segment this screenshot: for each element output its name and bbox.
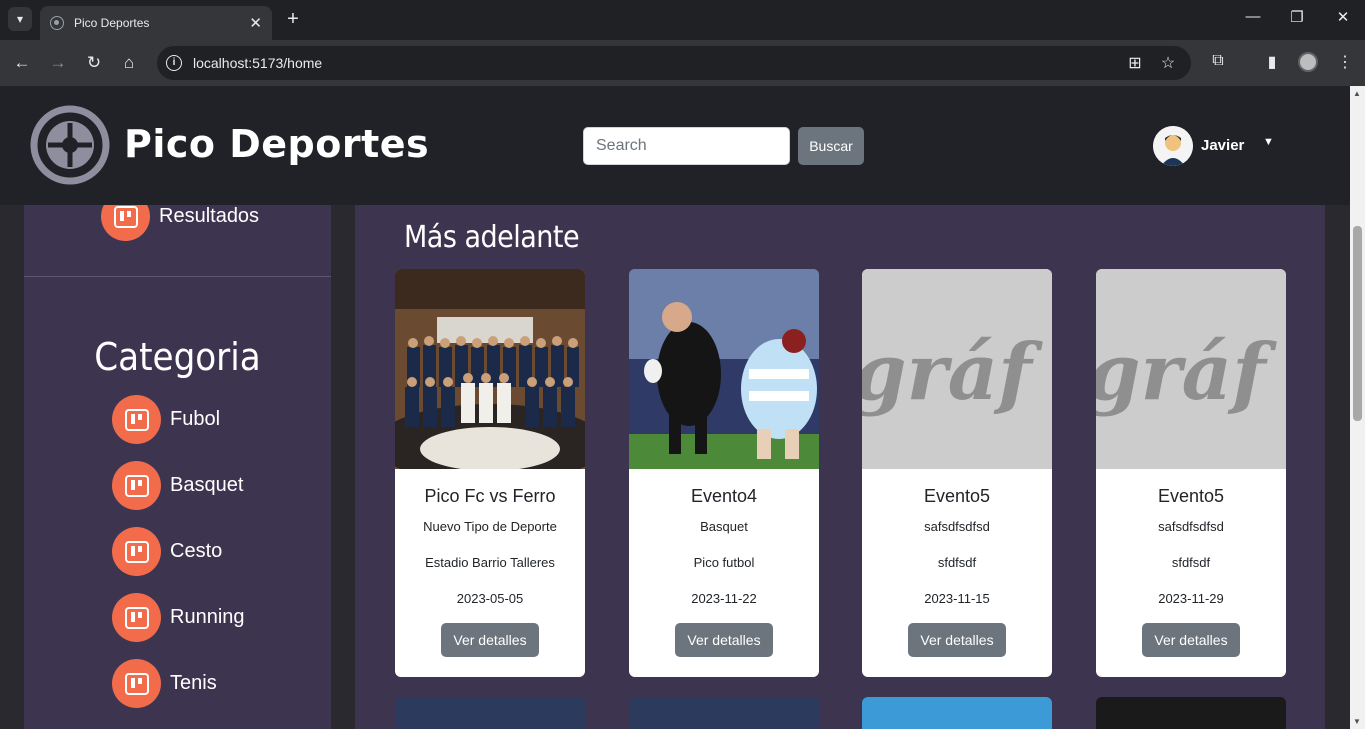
extensions-icon[interactable]: ⧉	[1207, 52, 1229, 70]
browser-toolbar: ← → ↻ ⌂ i localhost:5173/home ⊞ ☆ ⧉ ▮ ⋮	[0, 40, 1365, 86]
side-panel-icon[interactable]: ▮	[1261, 52, 1283, 72]
event-card-partial	[1096, 697, 1286, 729]
user-name[interactable]: Javier	[1201, 137, 1244, 154]
board-icon	[112, 395, 161, 444]
new-tab-icon[interactable]: +	[282, 8, 304, 31]
details-button[interactable]: Ver detalles	[675, 623, 773, 657]
menu-icon[interactable]: ⋮	[1334, 52, 1356, 72]
search-button[interactable]: Buscar	[798, 127, 864, 165]
event-card-partial	[629, 697, 819, 729]
category-item-fubol[interactable]: Fubol	[112, 395, 220, 444]
details-button[interactable]: Ver detalles	[908, 623, 1006, 657]
event-card: Pico Fc vs Ferro Nuevo Tipo de Deporte E…	[395, 269, 585, 677]
event-image	[395, 269, 585, 469]
event-card-partial	[862, 697, 1052, 729]
details-button[interactable]: Ver detalles	[441, 623, 539, 657]
section-title: Más adelante	[404, 220, 580, 255]
scroll-down-icon[interactable]: ▼	[1353, 717, 1361, 726]
url-text[interactable]: localhost:5173/home	[193, 55, 322, 71]
brand-title[interactable]: Pico Deportes	[124, 122, 429, 166]
event-image: gráf	[1096, 269, 1286, 469]
sidebar: Resultados Categoria Fubol Basquet Cesto…	[24, 192, 331, 729]
event-venue: sfdfsdf	[937, 555, 977, 570]
event-sport: Basquet	[700, 519, 748, 534]
event-title: Evento5	[923, 486, 991, 506]
category-item-cesto[interactable]: Cesto	[112, 527, 222, 576]
favicon-icon	[50, 16, 64, 30]
restore-icon[interactable]: ❐	[1282, 8, 1312, 26]
site-info-icon[interactable]: i	[166, 55, 182, 71]
event-date: 2023-11-15	[924, 591, 990, 606]
tab-title: Pico Deportes	[74, 16, 150, 30]
close-tab-icon[interactable]: ✕	[249, 14, 262, 32]
event-image	[629, 269, 819, 469]
category-title: Categoria	[94, 335, 261, 379]
minimize-icon[interactable]: —	[1238, 8, 1268, 25]
board-icon	[112, 659, 161, 708]
page-scrollbar[interactable]: ▲ ▼	[1350, 86, 1365, 729]
board-icon	[112, 593, 161, 642]
logo-icon	[30, 105, 110, 185]
home-icon[interactable]: ⌂	[116, 50, 142, 76]
event-image: gráf	[862, 269, 1052, 469]
scroll-thumb[interactable]	[1353, 226, 1362, 421]
back-icon[interactable]: ←	[9, 50, 35, 76]
event-title: Pico Fc vs Ferro	[424, 486, 556, 506]
svg-text:gráf: gráf	[862, 327, 1043, 418]
event-date: 2023-11-29	[1158, 591, 1224, 606]
category-label: Cesto	[170, 540, 223, 562]
category-label: Running	[170, 606, 245, 628]
profile-avatar[interactable]	[1298, 52, 1318, 72]
category-item-running[interactable]: Running	[112, 593, 245, 642]
translate-icon[interactable]: ⊞	[1125, 53, 1145, 73]
scroll-up-icon[interactable]: ▲	[1353, 89, 1361, 98]
event-sport: Nuevo Tipo de Deporte	[423, 519, 557, 534]
event-date: 2023-11-22	[691, 591, 757, 606]
events-panel: Más adelante Pico Fc vs Ferro Nuevo Tipo…	[355, 205, 1325, 729]
bookmark-star-icon[interactable]: ☆	[1158, 53, 1178, 73]
category-item-tenis[interactable]: Tenis	[112, 659, 217, 708]
details-button[interactable]: Ver detalles	[1142, 623, 1240, 657]
event-date: 2023-05-05	[456, 591, 524, 606]
forward-icon[interactable]: →	[45, 50, 71, 76]
board-icon	[112, 461, 161, 510]
browser-tab[interactable]: Pico Deportes ✕	[40, 6, 272, 40]
event-venue: sfdfsdf	[1171, 555, 1211, 570]
category-label: Fubol	[170, 408, 221, 430]
event-card-partial	[395, 697, 585, 729]
category-label: Tenis	[170, 672, 217, 694]
event-title: Evento4	[690, 486, 758, 506]
event-sport: safsdfsdfsd	[924, 519, 990, 534]
close-window-icon[interactable]: ✕	[1328, 8, 1358, 26]
sidebar-item-label: Resultados	[159, 205, 260, 227]
address-bar[interactable]: i localhost:5173/home ⊞ ☆	[157, 46, 1191, 80]
search-input[interactable]	[583, 127, 790, 165]
svg-text:gráf: gráf	[1096, 327, 1277, 418]
reload-icon[interactable]: ↻	[81, 50, 107, 76]
category-item-basquet[interactable]: Basquet	[112, 461, 243, 510]
event-title: Evento5	[1157, 486, 1225, 506]
category-label: Basquet	[170, 474, 244, 496]
sidebar-divider	[24, 276, 331, 277]
avatar[interactable]	[1153, 126, 1193, 166]
event-card: gráf Evento5 safsdfsdfsd sfdfsdf 2023-11…	[1096, 269, 1286, 677]
browser-tab-bar: ▾ Pico Deportes ✕ + — ❐ ✕	[0, 0, 1365, 40]
event-venue: Pico futbol	[693, 555, 755, 570]
board-icon	[112, 527, 161, 576]
event-sport: safsdfsdfsd	[1158, 519, 1224, 534]
event-card: Evento4 Basquet Pico futbol 2023-11-22 V…	[629, 269, 819, 677]
page-viewport: Resultados Categoria Fubol Basquet Cesto…	[0, 86, 1365, 729]
event-card: gráf Evento5 safsdfsdfsd sfdfsdf 2023-11…	[862, 269, 1052, 677]
tab-search-icon[interactable]: ▾	[8, 7, 32, 31]
event-venue: Estadio Barrio Talleres	[425, 555, 555, 570]
site-header: Pico Deportes Buscar Javier ▼	[0, 86, 1350, 205]
chevron-down-icon[interactable]: ▼	[1263, 136, 1274, 148]
